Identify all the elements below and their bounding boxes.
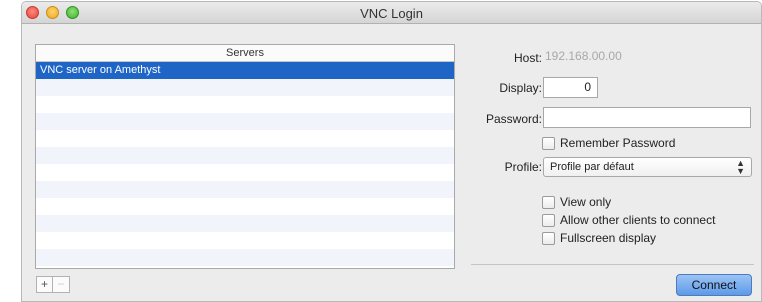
table-row — [36, 130, 454, 147]
remove-server-button[interactable]: − — [53, 276, 70, 293]
password-label: Password: — [485, 112, 542, 126]
servers-list[interactable]: VNC server on Amethyst — [36, 62, 454, 266]
fullscreen-label: Fullscreen display — [560, 231, 657, 245]
servers-column-header[interactable]: Servers — [36, 45, 454, 62]
connect-button[interactable]: Connect — [676, 274, 752, 296]
add-remove-buttons: + − — [36, 276, 70, 293]
allow-other-clients-checkbox[interactable] — [542, 213, 555, 227]
table-row — [36, 198, 454, 215]
profile-label: Profile: — [504, 160, 542, 174]
window-title: VNC Login — [360, 6, 423, 21]
table-row — [36, 215, 454, 232]
password-field[interactable] — [543, 107, 751, 128]
view-only-checkbox[interactable] — [542, 195, 555, 209]
host-label: Host: — [513, 51, 542, 65]
table-row — [36, 249, 454, 266]
view-only-option[interactable]: View only — [542, 195, 611, 209]
host-field[interactable]: 192.168.00.00 — [540, 47, 750, 68]
view-only-label: View only — [560, 195, 612, 209]
select-arrows-icon: ▲ ▼ — [736, 158, 745, 176]
table-row — [36, 113, 454, 130]
server-item-amethyst[interactable]: VNC server on Amethyst — [36, 62, 454, 79]
table-row — [36, 181, 454, 198]
remember-password-option[interactable]: Remember Password — [542, 136, 675, 150]
fullscreen-checkbox[interactable] — [542, 231, 555, 245]
table-row — [36, 147, 454, 164]
table-row — [36, 164, 454, 181]
remember-password-label: Remember Password — [560, 136, 676, 150]
display-field[interactable]: 0 — [543, 77, 598, 98]
profile-select-value: Profile par défaut — [550, 161, 634, 173]
table-row — [36, 79, 454, 96]
fullscreen-option[interactable]: Fullscreen display — [542, 231, 656, 245]
remember-password-checkbox[interactable] — [542, 136, 555, 150]
separator — [471, 264, 754, 265]
table-row — [36, 232, 454, 249]
add-server-button[interactable]: + — [36, 276, 53, 293]
servers-table[interactable]: Servers VNC server on Amethyst — [35, 44, 455, 269]
title-bar[interactable]: VNC Login — [22, 2, 761, 24]
display-label: Display: — [499, 81, 542, 95]
allow-other-clients-option[interactable]: Allow other clients to connect — [542, 213, 715, 227]
profile-select[interactable]: Profile par défaut ▲ ▼ — [543, 157, 752, 177]
table-row — [36, 96, 454, 113]
vnc-login-window: VNC Login Servers VNC server on Amethyst… — [21, 1, 762, 302]
allow-other-clients-label: Allow other clients to connect — [560, 213, 716, 227]
